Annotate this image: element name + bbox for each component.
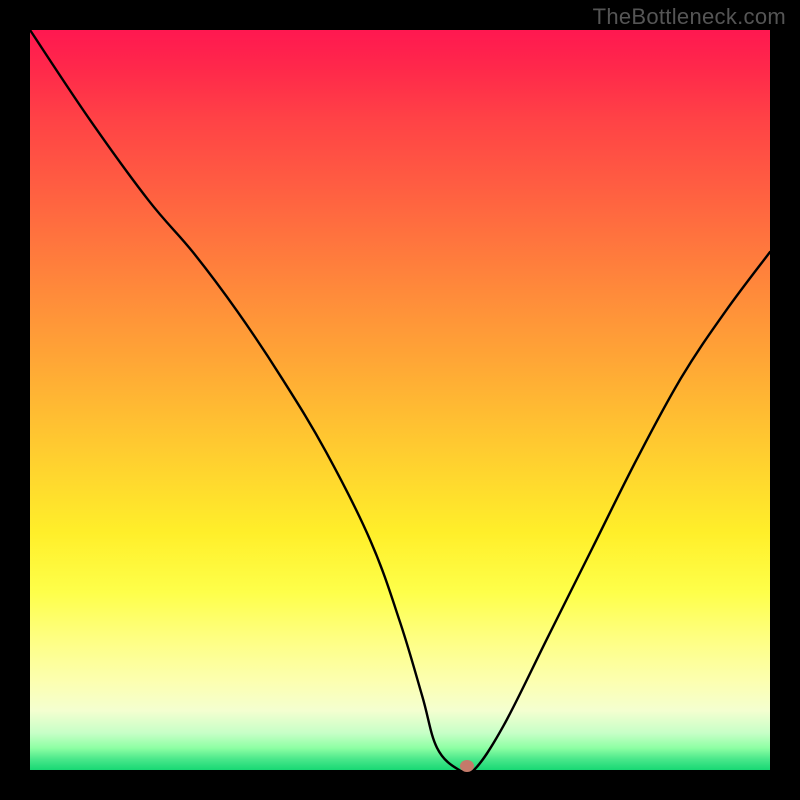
curve-marker <box>460 760 474 772</box>
plot-area <box>30 30 770 770</box>
watermark-text: TheBottleneck.com <box>593 4 786 30</box>
chart-curve <box>30 30 770 770</box>
